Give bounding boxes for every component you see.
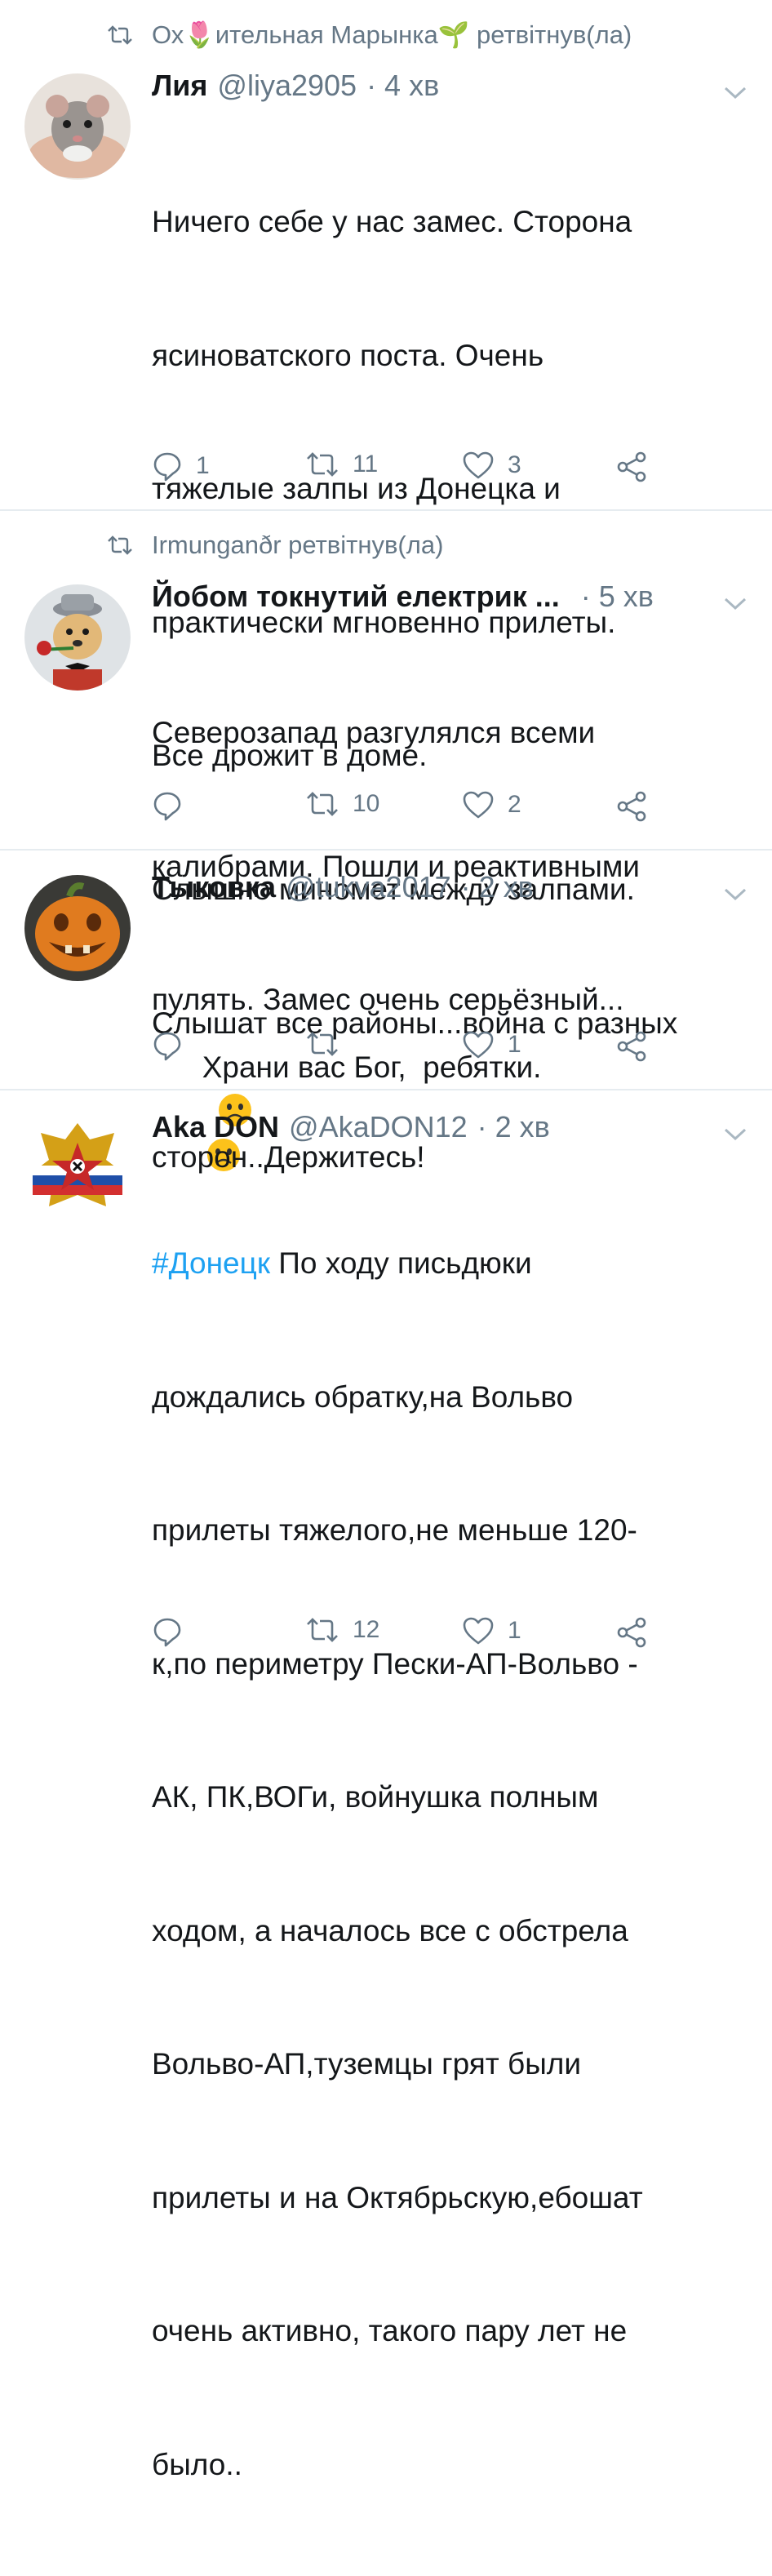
retweet-count: 10 [353, 790, 380, 817]
reply-count: 1 [196, 452, 210, 479]
like-count: 1 [508, 1031, 521, 1058]
retweet-button[interactable] [305, 1030, 353, 1058]
avatar[interactable] [24, 1115, 131, 1221]
reply-button[interactable] [152, 790, 196, 821]
tweet-card[interactable]: Irmunganðr ретвітнув(ла) Йобом токнутий … [0, 511, 772, 1016]
retweet-context: Ох🌷ительная Марынка🌱 ретвітнув(ла) [106, 20, 632, 50]
tweet-text-line: Слышат все районы...война с разных [152, 1006, 678, 1040]
like-count: 1 [508, 1617, 521, 1644]
timestamp[interactable]: · 2 хв [461, 870, 534, 904]
share-button[interactable] [615, 1616, 648, 1649]
avatar[interactable] [24, 73, 131, 180]
chevron-down-icon[interactable] [723, 1126, 748, 1143]
tweet-header: Лия @liya2905 · 4 хв [152, 69, 739, 103]
share-button[interactable] [615, 451, 648, 483]
reply-icon [153, 792, 181, 821]
rat-avatar-image [24, 73, 131, 180]
tweet-text-line: прилеты тяжелого,не меньше 120- [152, 1513, 637, 1547]
tweet-text-line: дождались обратку,на Вольво [152, 1379, 574, 1414]
display-name[interactable]: Йобом токнутий електрик ... [152, 580, 560, 614]
user-handle[interactable]: @tukva2017 [286, 870, 451, 904]
retweet-icon [307, 452, 338, 477]
chevron-down-icon[interactable] [723, 596, 748, 612]
retweeted-by-text[interactable]: Ох🌷ительная Марынка🌱 ретвітнув(ла) [152, 20, 632, 50]
display-name[interactable]: Тыковка [152, 870, 276, 904]
display-name[interactable]: Лия [152, 69, 207, 103]
tweet-text-line: ходом, а началось все с обстрела [152, 1913, 628, 1948]
heart-icon [463, 791, 494, 819]
like-button[interactable]: 3 [462, 451, 521, 480]
reply-button[interactable] [152, 1030, 196, 1061]
share-icon [617, 1617, 646, 1648]
pumpkin-avatar-image [24, 875, 131, 981]
retweet-icon [307, 1618, 338, 1642]
tweet-header: Йобом токнутий електрик ... · 5 хв [152, 580, 739, 614]
chevron-down-icon[interactable] [723, 886, 748, 903]
timestamp[interactable]: · 5 хв [581, 580, 654, 614]
tweet-text-first-line: #Донецк По ходу письдюки [152, 1241, 748, 1286]
retweet-count: 11 [353, 451, 379, 477]
retweet-context: Irmunganðr ретвітнув(ла) [106, 531, 443, 560]
user-handle[interactable]: @AkaDON12 [289, 1110, 468, 1144]
tweet-text-line: тяжелые залпы из Донецка и [152, 472, 561, 505]
chevron-down-icon[interactable] [723, 85, 748, 101]
tweet-text-line: ясиноватского поста. Очень [152, 338, 544, 372]
tweet-text-line: прилеты и на Октябрьскую,ебошат [152, 2180, 643, 2214]
tweet-text: #Донецк По ходу письдюки дождались обрат… [152, 1153, 748, 2576]
retweeted-by-text[interactable]: Irmunganðr ретвітнув(ла) [152, 531, 443, 560]
hashtag-link[interactable]: #Донецк [152, 1246, 270, 1280]
tweet-header: Тыковка @tukva2017 · 2 хв [152, 870, 739, 904]
avatar[interactable] [24, 584, 131, 691]
tweet-text-line: очень активно, такого пару лет не [152, 2314, 628, 2347]
like-count: 3 [508, 451, 521, 478]
tweet-card[interactable]: Тыковка @tukva2017 · 2 хв Слышат все рай… [0, 851, 772, 1174]
retweet-button[interactable]: 11 [305, 451, 378, 478]
timestamp[interactable]: · 2 хв [477, 1110, 550, 1144]
retweet-button[interactable]: 12 [305, 1616, 379, 1644]
tweet-header: Aka DON @AkaDON12 · 2 хв [152, 1110, 739, 1144]
avatar[interactable] [24, 875, 131, 981]
tweet-card[interactable]: Ох🌷ительная Марынка🌱 ретвітнув(ла) Лия @… [0, 0, 772, 1171]
reply-icon [153, 1032, 181, 1061]
tweet-text-line: АК, ПК,ВОГи, войнушка полным [152, 1780, 599, 1814]
tweet-text-line: было.. [152, 2447, 242, 2481]
tweet-text-line: к,по периметру Пески-АП-Вольво - [152, 1646, 638, 1681]
heart-icon [463, 1031, 494, 1059]
heart-icon [463, 451, 494, 479]
retweet-count: 12 [353, 1616, 380, 1643]
heart-icon [463, 1617, 494, 1645]
like-count: 2 [508, 791, 521, 818]
retweet-button[interactable]: 10 [305, 790, 379, 818]
share-icon [617, 1031, 646, 1062]
share-button[interactable] [615, 790, 648, 823]
share-button[interactable] [615, 1030, 648, 1063]
retweet-icon [307, 1032, 338, 1056]
tweet-text-line: Вольво-АП,туземцы грят были [152, 2047, 582, 2081]
coat-of-arms-avatar-image [24, 1115, 131, 1221]
timestamp[interactable]: · 4 хв [366, 69, 439, 103]
reply-button[interactable] [152, 1616, 196, 1647]
like-button[interactable]: 2 [462, 790, 521, 819]
share-icon [617, 451, 646, 482]
retweet-icon [108, 24, 132, 45]
reply-icon [153, 1618, 181, 1647]
retweet-icon [307, 792, 338, 816]
like-button[interactable]: 1 [462, 1030, 521, 1059]
share-icon [617, 791, 646, 822]
tweet-text-line: Северозапад разгулялся всеми [152, 716, 596, 749]
reply-icon [153, 452, 181, 482]
tweet-text-segment: По ходу письдюки [270, 1246, 532, 1280]
display-name[interactable]: Aka DON [152, 1110, 279, 1144]
tweet-card[interactable]: Aka DON @AkaDON12 · 2 хв #Донецк По ходу… [0, 1090, 772, 2481]
tweet-text-line: Ничего себе у нас замес. Сторона [152, 205, 632, 238]
reply-button[interactable]: 1 [152, 451, 210, 482]
retweet-icon [108, 535, 132, 555]
user-handle[interactable]: @liya2905 [217, 69, 357, 103]
dog-with-rose-avatar-image [24, 584, 131, 691]
like-button[interactable]: 1 [462, 1616, 521, 1646]
